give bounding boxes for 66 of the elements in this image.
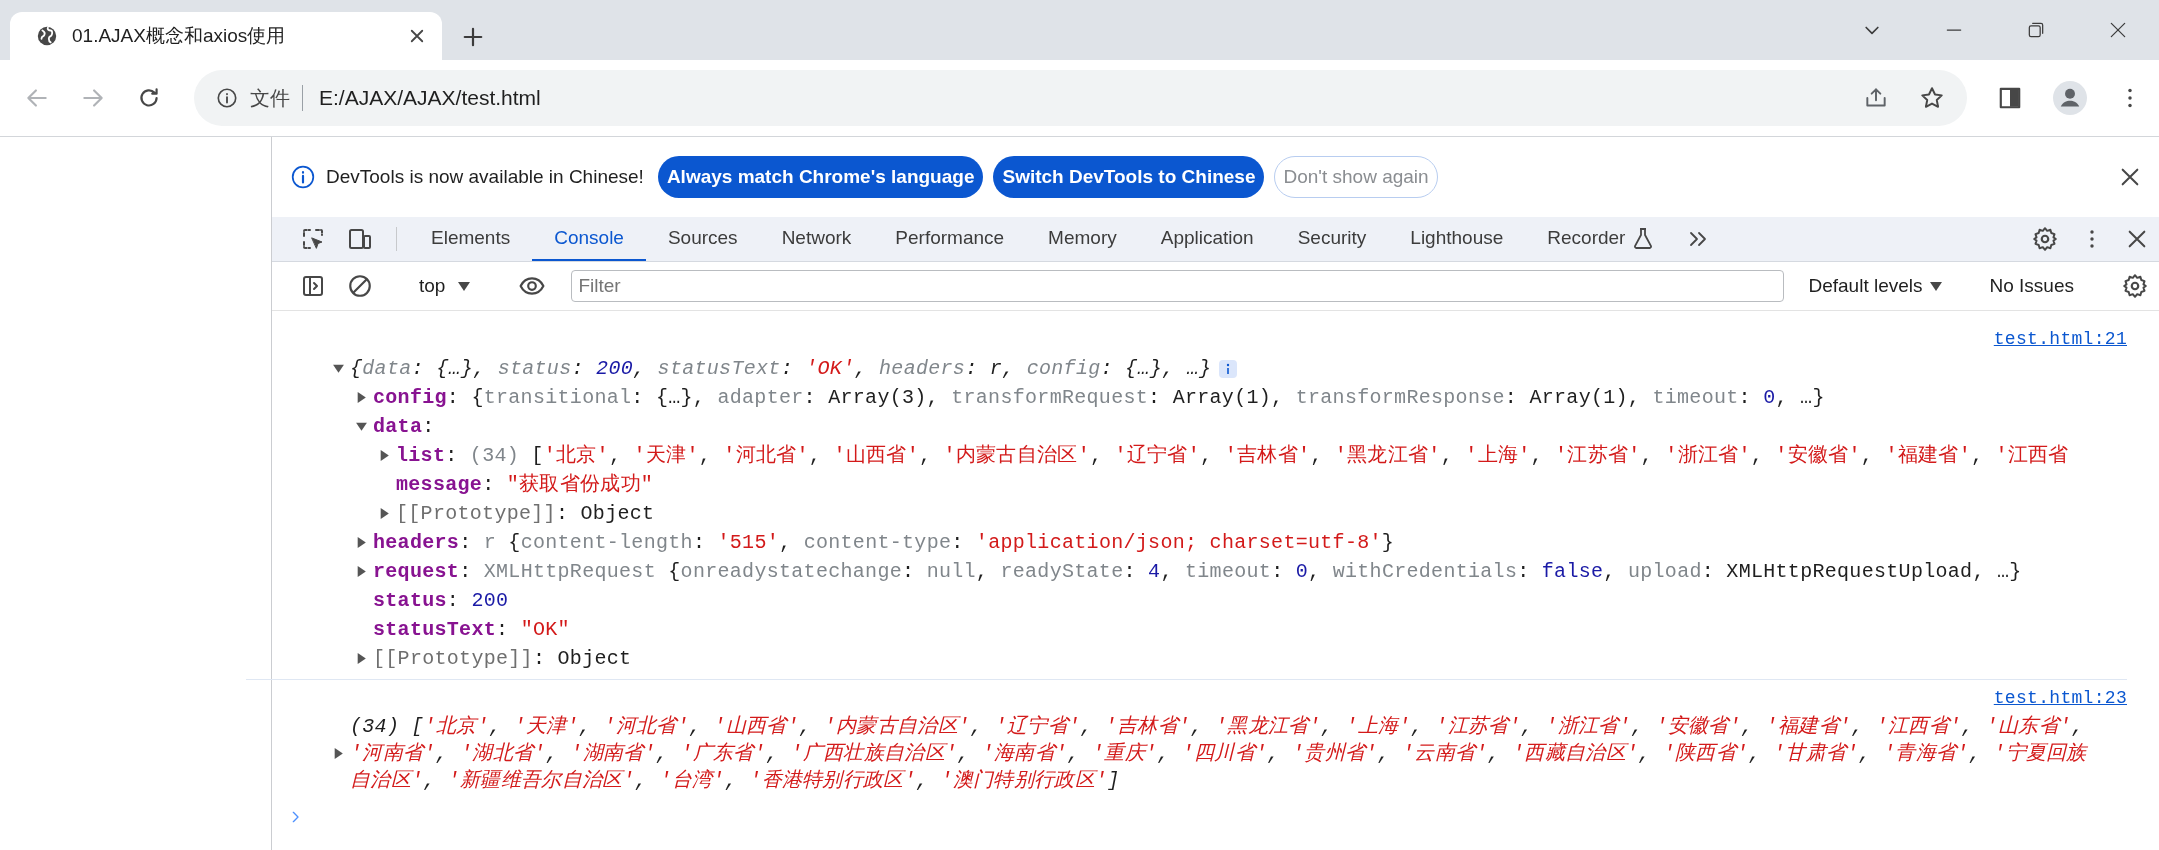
property-line: [[Prototype]]: Object xyxy=(373,646,632,672)
side-panel-icon[interactable] xyxy=(1997,85,2023,111)
sidebar-toggle-icon[interactable] xyxy=(301,274,325,298)
source-link[interactable]: test.html:23 xyxy=(1993,684,2127,713)
devtools-tab[interactable]: Elements xyxy=(409,217,533,261)
property-line: data: xyxy=(373,414,435,440)
triangle-right-icon[interactable] xyxy=(355,652,368,665)
devtools-tab[interactable]: Performance xyxy=(873,217,1027,261)
clear-console-icon[interactable] xyxy=(347,273,373,299)
settings-icon[interactable] xyxy=(2122,273,2148,299)
close-icon[interactable] xyxy=(2108,20,2128,40)
issues-counter[interactable]: No Issues xyxy=(1977,275,2086,297)
url-text: E:/AJAX/AJAX/test.html xyxy=(318,86,542,110)
devtools-tab[interactable]: Security xyxy=(1275,217,1389,261)
triangle-right-icon[interactable] xyxy=(378,449,391,462)
address-bar[interactable]: 文件 E:/AJAX/AJAX/test.html xyxy=(194,70,1967,126)
devtools-tab[interactable]: Lighthouse xyxy=(1388,217,1526,261)
object-summary: {data: {…}, status: 200, statusText: 'OK', headers: r, config: {…}, …} xyxy=(350,356,1212,382)
devtools-tab[interactable]: Memory xyxy=(1026,217,1139,261)
close-icon[interactable] xyxy=(2119,166,2141,188)
triangle-right-icon[interactable] xyxy=(355,565,368,578)
tab-title: 01.AJAX概念和axios使用 xyxy=(72,24,287,48)
browser-tab[interactable]: 01.AJAX概念和axios使用 xyxy=(10,12,442,60)
info-icon xyxy=(290,164,316,190)
devtools-tab[interactable]: Network xyxy=(759,217,874,261)
triangle-right-icon[interactable] xyxy=(378,507,391,520)
source-link[interactable]: test.html:21 xyxy=(1993,325,2127,354)
info-icon[interactable] xyxy=(1219,359,1238,378)
property-line: status: 200 xyxy=(373,588,509,614)
profile-avatar-icon[interactable] xyxy=(2053,81,2087,115)
triangle-down-icon[interactable] xyxy=(332,362,345,375)
globe-icon xyxy=(36,25,58,47)
array-output: (34) ['北京', '天津', '河北省', '山西省', '内蒙古自治区', '辽宁省', '吉林省', '黑龙江省', '上海', '江苏省', '浙江省', '安徽省', '福建省', '江西省', '山东省', '河南省', '湖北省', '湖南省', '广东省', '广西壮族自治区', '海南省', '重庆', '四川省', '贵州省', '云南省', '西藏自治区', '陕西省', '甘肃省', '青海省', '宁夏回族自治区', '新疆维吾尔自治区', '台湾', '香港特别行政区', '澳门特别行政区'] xyxy=(350,714,2089,794)
triangle-right-icon[interactable] xyxy=(355,391,368,404)
star-icon[interactable] xyxy=(1919,85,1945,111)
triangle-down-icon[interactable] xyxy=(355,420,368,433)
filter-field[interactable]: Filter xyxy=(571,270,1785,302)
property-line: message: "获取省份成功" xyxy=(396,472,654,498)
devtools-tab[interactable]: Application xyxy=(1138,217,1276,261)
inspect-icon[interactable] xyxy=(301,227,325,251)
device-toolbar-icon[interactable] xyxy=(347,227,373,251)
security-label: 文件 xyxy=(250,85,303,111)
property-line: config: {transitional: {…}, adapter: Array(3), transformRequest: Array(1), transformResponse: Array(1), timeout: 0, …} xyxy=(373,385,1825,411)
infobar-message: DevTools is now available in Chinese! xyxy=(326,166,644,188)
property-line: headers: r {content-length: '515', content-type: 'application/json; charset=utf-8'} xyxy=(373,530,1395,556)
close-icon[interactable] xyxy=(2126,228,2148,250)
infobar-button[interactable]: Always match Chrome's language xyxy=(657,156,984,198)
devtools-tab[interactable]: Console xyxy=(532,217,646,261)
property-line: list: (34) ['北京', '天津', '河北省', '山西省', '内蒙古自治区', '辽宁省', '吉林省', '黑龙江省', '上海', '江苏省', '浙江省', '安徽省', '福建省', '江西省 xyxy=(396,443,2069,469)
property-line: statusText: "OK" xyxy=(373,617,570,643)
log-levels-dropdown[interactable]: Default levels xyxy=(1798,271,1953,301)
caret-icon xyxy=(1928,280,1943,292)
devtools-tab[interactable]: Recorder xyxy=(1525,217,1676,261)
close-icon[interactable] xyxy=(408,27,426,45)
triangle-right-icon[interactable] xyxy=(332,747,345,760)
info-icon[interactable] xyxy=(216,87,238,109)
property-line: [[Prototype]]: Object xyxy=(396,501,655,527)
settings-icon[interactable] xyxy=(2032,226,2058,252)
restore-icon[interactable] xyxy=(2026,20,2046,40)
context-dropdown[interactable]: top xyxy=(409,271,482,301)
plus-icon[interactable] xyxy=(462,26,484,48)
devtools-tab[interactable]: Sources xyxy=(645,217,760,261)
triangle-right-icon[interactable] xyxy=(355,536,368,549)
caret-icon xyxy=(457,280,472,292)
property-line: request: XMLHttpRequest {onreadystatechange: null, readyState: 4, timeout: 0, withCredentials: false, upload: XMLHttpRequestUpload, …} xyxy=(373,559,2022,585)
infobar-button[interactable]: Switch DevTools to Chinese xyxy=(993,156,1265,198)
